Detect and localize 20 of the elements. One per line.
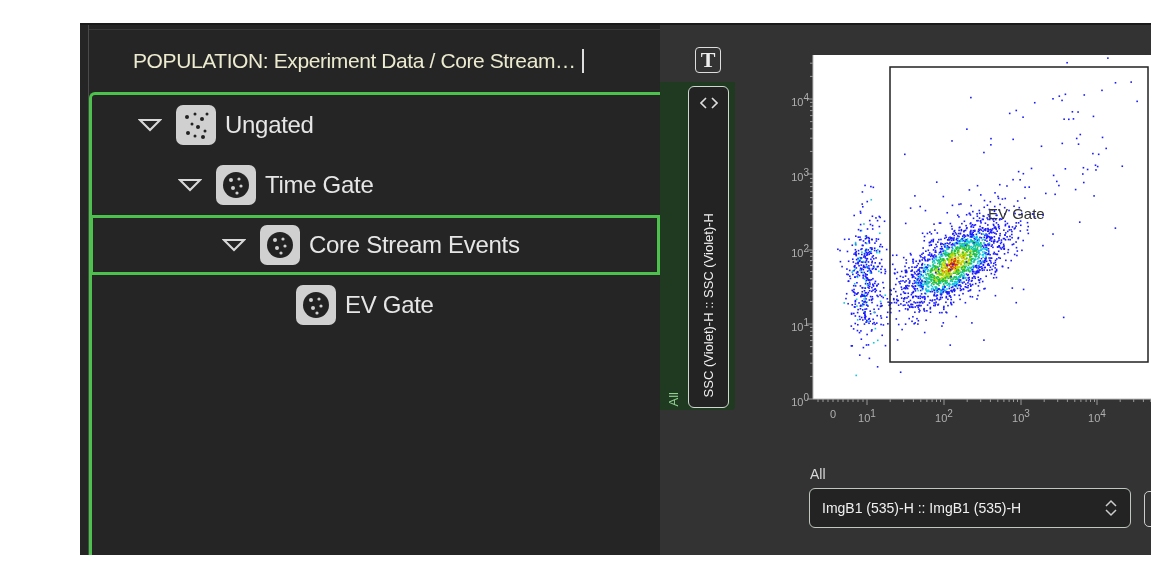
x-axis-parameter-dropdown[interactable]: ImgB1 (535)-H :: ImgB1 (535)-H (809, 488, 1131, 528)
tree-item[interactable]: EV Gate (92, 275, 660, 335)
x-axis-gate-label: All (810, 466, 827, 482)
y-axis-parameter-selector[interactable]: SSC (Violet)-H :: SSC (Violet)-H (688, 86, 729, 408)
expand-triangle-icon[interactable] (138, 118, 162, 132)
chevrons-icon (699, 97, 718, 109)
text-cursor (581, 49, 584, 73)
x-tick-label: 0 (828, 408, 838, 420)
gate-rectangle[interactable] (889, 66, 1149, 363)
scatter-dots-icon (176, 105, 216, 145)
tree-item[interactable]: Ungated (92, 95, 660, 155)
tree-item[interactable]: Core Stream Events (89, 215, 660, 275)
expand-triangle-icon[interactable] (178, 178, 202, 192)
gate-label: EV Gate (988, 205, 1045, 222)
up-down-caret-icon (1104, 498, 1118, 518)
y-axis-gate-label: All (666, 391, 681, 406)
population-title: POPULATION: Experiment Data / Core Stream… (133, 49, 576, 73)
expand-triangle-icon[interactable] (222, 238, 246, 252)
text-tool-icon[interactable]: T (695, 47, 721, 73)
tree-item[interactable]: Time Gate (92, 155, 660, 215)
